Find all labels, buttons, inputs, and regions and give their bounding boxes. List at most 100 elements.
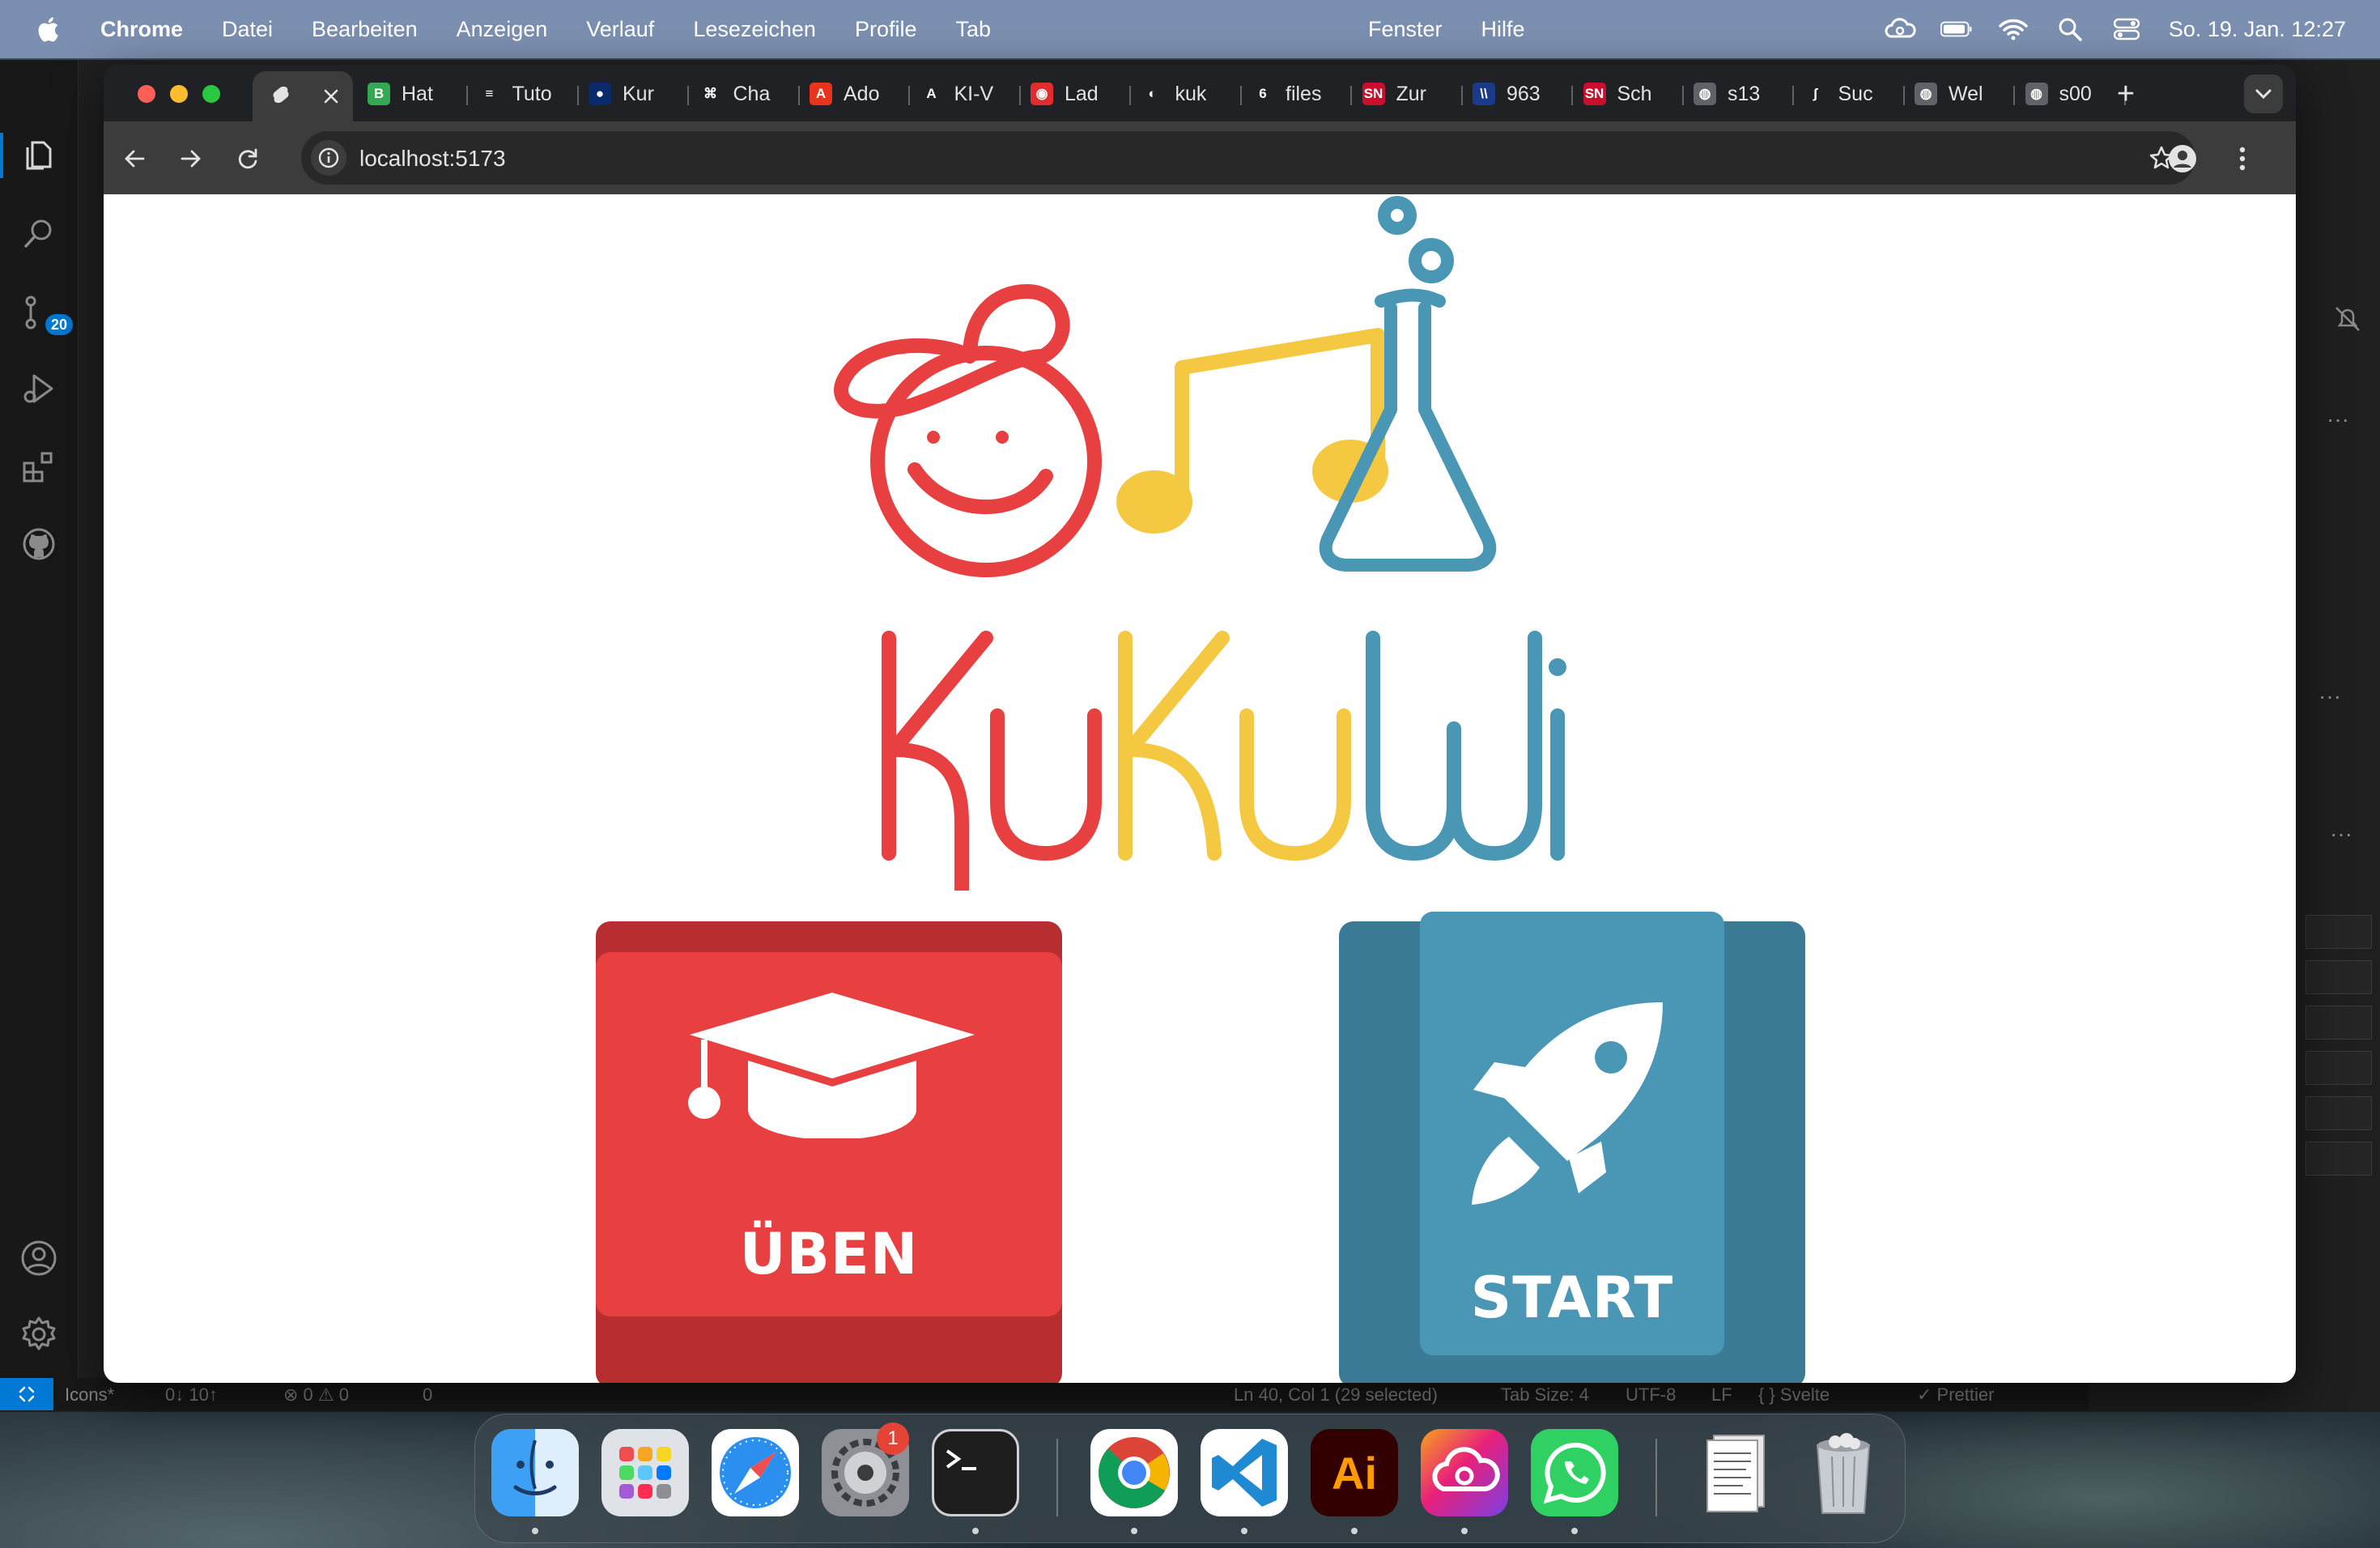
remote-indicator-icon[interactable]: [0, 1378, 53, 1410]
panel-field-4[interactable]: [2306, 1051, 2372, 1085]
encoding-status[interactable]: UTF-8: [1626, 1384, 1676, 1406]
search-icon[interactable]: [16, 211, 62, 256]
trash-icon[interactable]: [1800, 1429, 1887, 1516]
eol-status[interactable]: LF: [1711, 1384, 1732, 1406]
browser-tab[interactable]: ⌘ Cha: [699, 76, 793, 112]
window-close-button[interactable]: [138, 85, 155, 103]
browser-tab[interactable]: A KI-V: [920, 76, 1014, 112]
launchpad-icon[interactable]: [601, 1429, 689, 1516]
source-control-icon[interactable]: 20: [16, 290, 73, 335]
menu-tab[interactable]: Tab: [955, 17, 991, 42]
wifi-icon[interactable]: [1997, 13, 2029, 45]
menu-datei[interactable]: Datei: [222, 17, 273, 42]
panel-field-1[interactable]: [2306, 915, 2372, 949]
menu-anzeigen[interactable]: Anzeigen: [457, 17, 548, 42]
browser-tab[interactable]: ◍ s00: [2025, 76, 2119, 112]
menu-hilfe[interactable]: Hilfe: [1481, 17, 1525, 42]
panel-field-3[interactable]: [2306, 1006, 2372, 1040]
tab-size-status[interactable]: Tab Size: 4: [1501, 1384, 1589, 1406]
site-info-icon[interactable]: [311, 140, 346, 176]
menu-bearbeiten[interactable]: Bearbeiten: [312, 17, 418, 42]
tab-search-button[interactable]: [2244, 74, 2283, 113]
ports-status[interactable]: 0: [423, 1384, 432, 1406]
panel-select[interactable]: [2306, 1096, 2372, 1130]
profile-avatar-icon[interactable]: [2163, 139, 2202, 178]
menubar-clock[interactable]: So. 19. Jan. 12:27: [2169, 17, 2346, 42]
menu-lesezeichen[interactable]: Lesezeichen: [693, 17, 816, 42]
problems-status[interactable]: ⊗ 0 ⚠ 0: [283, 1384, 349, 1406]
account-icon[interactable]: [16, 1235, 62, 1281]
vscode-icon[interactable]: [1201, 1429, 1288, 1516]
tab-active[interactable]: [253, 71, 353, 121]
bell-slash-icon[interactable]: [2331, 303, 2364, 335]
run-debug-icon[interactable]: [16, 366, 62, 411]
browser-tab[interactable]: ◍ s13: [1694, 76, 1787, 112]
browser-tab[interactable]: ≡ Tuto: [478, 76, 572, 112]
browser-tab[interactable]: A Ado: [810, 76, 903, 112]
tab-label: Wel: [1949, 82, 1983, 105]
browser-tab[interactable]: 6 files: [1252, 76, 1345, 112]
browser-tab[interactable]: ◐ kuk: [1141, 76, 1235, 112]
menu-verlauf[interactable]: Verlauf: [586, 17, 654, 42]
tab-close-icon[interactable]: [322, 87, 340, 105]
menu-app-name[interactable]: Chrome: [100, 17, 183, 42]
menu-profile[interactable]: Profile: [855, 17, 917, 42]
start-button[interactable]: START: [1339, 912, 1805, 1383]
terminal-icon[interactable]: [932, 1429, 1019, 1516]
browser-tab[interactable]: SN Sch: [1583, 76, 1677, 112]
prettier-status[interactable]: ✓ Prettier: [1917, 1384, 1994, 1406]
git-sync-status[interactable]: 0↓ 10↑: [165, 1384, 218, 1406]
finder-icon[interactable]: [491, 1429, 579, 1516]
new-tab-button[interactable]: +: [2108, 76, 2144, 112]
safari-icon[interactable]: [712, 1429, 799, 1516]
browser-tab[interactable]: ◍ Wel: [1915, 76, 2008, 112]
tab-label: s00: [2059, 82, 2092, 105]
chrome-icon[interactable]: [1090, 1429, 1178, 1516]
creative-cloud-icon[interactable]: [1421, 1429, 1508, 1516]
reload-button[interactable]: [228, 139, 267, 178]
panel-field-5[interactable]: [2306, 1142, 2372, 1176]
browser-tab[interactable]: ʃ Suc: [1804, 76, 1898, 112]
forward-button[interactable]: [172, 139, 210, 178]
browser-tab[interactable]: B Hat: [368, 76, 461, 112]
battery-icon[interactable]: [1940, 13, 1973, 45]
back-button[interactable]: [115, 139, 154, 178]
explorer-icon[interactable]: [0, 133, 62, 178]
tab-favicon-icon: ⌘: [699, 83, 722, 105]
browser-tab[interactable]: ● Kur: [589, 76, 682, 112]
browser-tab[interactable]: ◉ Lad: [1031, 76, 1124, 112]
more-actions-icon[interactable]: ···: [2327, 406, 2349, 432]
start-button-label: START: [1470, 1265, 1674, 1331]
document-icon[interactable]: [1689, 1429, 1777, 1516]
menu-fenster[interactable]: Fenster: [1368, 17, 1443, 42]
illustrator-running-indicator: [1351, 1528, 1358, 1534]
apple-icon[interactable]: [36, 15, 60, 43]
tab-label: Hat: [402, 82, 433, 105]
panel-field-2[interactable]: [2306, 960, 2372, 994]
rocket-icon: [1472, 1002, 1663, 1205]
control-center-icon[interactable]: [2110, 13, 2143, 45]
kukuwi-logo: [834, 196, 1566, 891]
cursor-position-status[interactable]: Ln 40, Col 1 (29 selected): [1234, 1384, 1438, 1406]
git-branch-status[interactable]: Icons*: [65, 1384, 114, 1406]
language-status[interactable]: { } Svelte: [1758, 1384, 1830, 1406]
browser-tab[interactable]: SN Zur: [1362, 76, 1456, 112]
browser-tab[interactable]: \\ 963: [1473, 76, 1566, 112]
more-actions-icon-2[interactable]: ···: [2318, 683, 2341, 709]
chrome-menu-icon[interactable]: [2223, 139, 2262, 178]
settings-gear-icon[interactable]: [16, 1312, 62, 1357]
url-text[interactable]: localhost:5173: [359, 146, 506, 172]
more-actions-icon-3[interactable]: ···: [2330, 821, 2352, 847]
extensions-icon[interactable]: [16, 444, 62, 489]
window-zoom-button[interactable]: [202, 85, 220, 103]
uben-button-label: ÜBEN: [739, 1221, 919, 1287]
uben-button[interactable]: ÜBEN: [596, 921, 1062, 1383]
github-icon[interactable]: [16, 521, 62, 567]
whatsapp-icon[interactable]: [1531, 1429, 1618, 1516]
address-bar[interactable]: localhost:5173: [301, 131, 2195, 185]
spotlight-search-icon[interactable]: [2054, 13, 2086, 45]
window-minimize-button[interactable]: [170, 85, 188, 103]
tab-separator: [1460, 86, 1463, 105]
illustrator-icon[interactable]: Ai: [1311, 1429, 1398, 1516]
creative-cloud-menu-icon[interactable]: [1884, 13, 1916, 45]
